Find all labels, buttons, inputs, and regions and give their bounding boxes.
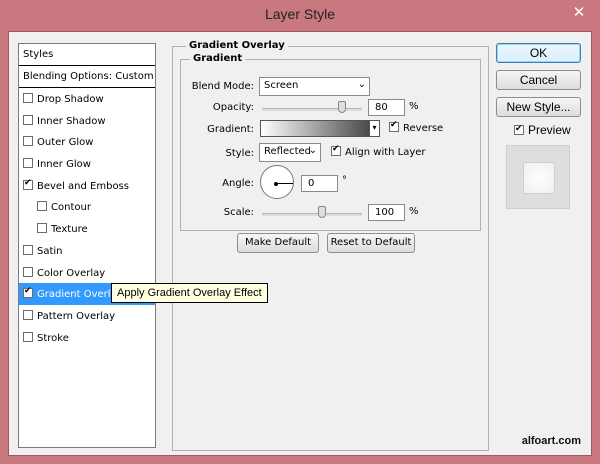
style-select[interactable]: Reflected ⌄ xyxy=(259,143,321,162)
checkbox-icon[interactable] xyxy=(23,178,33,190)
checkbox-icon[interactable] xyxy=(23,93,33,103)
reverse-check-icon[interactable] xyxy=(389,120,399,132)
watermark: alfoart.com xyxy=(521,435,581,447)
chevron-down-icon: ⌄ xyxy=(357,79,366,90)
window-title: Layer Style xyxy=(264,6,336,22)
checkbox-icon[interactable] xyxy=(23,286,33,299)
scale-slider-thumb[interactable] xyxy=(318,206,326,218)
checkbox-icon[interactable] xyxy=(23,244,33,255)
style-item-label: Inner Glow xyxy=(37,159,91,171)
style-item[interactable]: Color Overlay xyxy=(19,262,155,284)
new-style-button[interactable]: New Style... xyxy=(496,97,581,117)
checkbox-icon[interactable] xyxy=(23,266,33,277)
checkbox-icon[interactable] xyxy=(23,331,33,342)
style-item[interactable]: Inner Glow xyxy=(19,153,155,175)
style-item-label: Gradient Overlay xyxy=(37,289,123,301)
checkbox-icon[interactable] xyxy=(37,201,47,212)
style-item-label: Pattern Overlay xyxy=(37,310,116,322)
checkbox-icon[interactable] xyxy=(23,158,33,169)
checkbox-icon[interactable] xyxy=(23,309,33,320)
style-item-label: Texture xyxy=(51,224,88,236)
preview-checkbox[interactable]: Preview xyxy=(514,123,571,137)
opacity-unit: % xyxy=(409,101,419,112)
blend-mode-label: Blend Mode: xyxy=(191,81,254,92)
angle-input[interactable]: 0 xyxy=(301,175,338,192)
opacity-slider-track[interactable] xyxy=(262,108,362,111)
style-item-label: Inner Shadow xyxy=(37,115,106,127)
opacity-label: Opacity: xyxy=(212,102,254,113)
preview-swatch xyxy=(523,162,555,194)
ok-button[interactable]: OK xyxy=(496,43,581,63)
gradient-dropdown-icon[interactable]: ▾ xyxy=(369,120,380,137)
style-item[interactable]: Pattern Overlay xyxy=(19,305,155,327)
checkbox-icon[interactable] xyxy=(23,114,33,125)
reverse-label: Reverse xyxy=(403,123,444,134)
style-label: Style: xyxy=(225,148,255,159)
tooltip: Apply Gradient Overlay Effect xyxy=(111,283,268,303)
angle-unit: ° xyxy=(342,175,347,186)
style-item[interactable]: Bevel and Emboss xyxy=(19,175,155,197)
close-icon[interactable]: ✕ xyxy=(566,2,592,22)
style-item[interactable]: Outer Glow xyxy=(19,131,155,153)
style-item[interactable]: Contour xyxy=(19,196,155,218)
style-item-label: Bevel and Emboss xyxy=(37,180,129,192)
cancel-button[interactable]: Cancel xyxy=(496,70,581,90)
dialog-body: Styles Blending Options: Custom Drop Sha… xyxy=(8,31,592,456)
style-item[interactable]: Drop Shadow xyxy=(19,88,155,110)
preview-label: Preview xyxy=(528,123,571,137)
preview-thumbnail xyxy=(506,145,570,209)
title-bar: Layer Style ✕ xyxy=(0,0,600,30)
styles-list: Styles Blending Options: Custom Drop Sha… xyxy=(18,43,156,448)
gradient-overlay-title: Gradient Overlay xyxy=(186,40,288,51)
styles-header[interactable]: Styles xyxy=(19,44,155,66)
scale-input[interactable]: 100 xyxy=(368,204,405,221)
checkbox-icon[interactable] xyxy=(37,223,47,234)
style-value: Reflected xyxy=(264,146,312,157)
blend-mode-value: Screen xyxy=(264,80,299,91)
reverse-checkbox[interactable]: Reverse xyxy=(389,120,444,134)
style-item-label: Contour xyxy=(51,202,91,214)
checkbox-icon[interactable] xyxy=(23,136,33,147)
style-item[interactable]: Inner Shadow xyxy=(19,110,155,132)
blend-mode-select[interactable]: Screen ⌄ xyxy=(259,77,370,96)
scale-unit: % xyxy=(409,206,419,217)
align-with-layer-checkbox[interactable]: Align with Layer xyxy=(331,144,426,158)
blending-options-item[interactable]: Blending Options: Custom xyxy=(19,66,155,88)
angle-dial[interactable] xyxy=(260,165,294,199)
make-default-button[interactable]: Make Default xyxy=(237,233,319,253)
opacity-input[interactable]: 80 xyxy=(368,99,405,116)
style-item[interactable]: Texture xyxy=(19,218,155,240)
scale-slider-track[interactable] xyxy=(262,213,362,216)
preview-check-icon[interactable] xyxy=(514,123,524,135)
chevron-down-icon: ⌄ xyxy=(308,145,317,156)
style-item[interactable]: Stroke xyxy=(19,327,155,349)
gradient-label: Gradient: xyxy=(207,124,254,135)
style-item-label: Satin xyxy=(37,245,63,257)
style-item-label: Drop Shadow xyxy=(37,94,104,105)
angle-label: Angle: xyxy=(222,178,254,189)
align-check-icon[interactable] xyxy=(331,144,341,156)
style-item-label: Outer Glow xyxy=(37,137,94,149)
gradient-title: Gradient xyxy=(190,53,246,64)
opacity-slider-thumb[interactable] xyxy=(338,101,346,113)
gradient-picker[interactable] xyxy=(260,120,370,137)
align-with-layer-label: Align with Layer xyxy=(345,147,426,158)
style-item-label: Stroke xyxy=(37,332,69,344)
style-item-label: Color Overlay xyxy=(37,267,106,279)
scale-label: Scale: xyxy=(223,207,254,218)
reset-to-default-button[interactable]: Reset to Default xyxy=(327,233,415,253)
style-item[interactable]: Satin xyxy=(19,240,155,262)
